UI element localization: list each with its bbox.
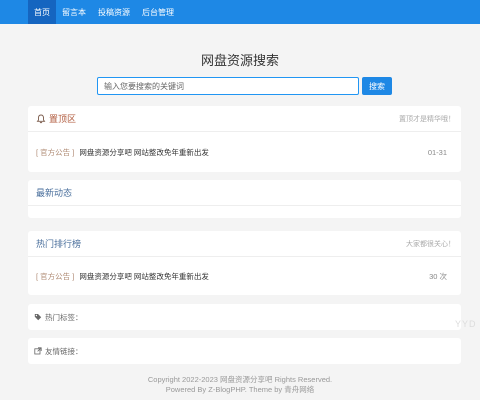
external-link-icon (34, 347, 42, 355)
hot-card-header: 热门排行榜 大家都很关心！ (28, 231, 461, 257)
search-input[interactable] (97, 77, 359, 95)
item-title-link[interactable]: 网盘资源分享吧 网站整改免年重新出发 (79, 271, 209, 282)
search-button[interactable]: 搜索 (362, 77, 392, 95)
hot-tags-label: 热门标签： (45, 312, 83, 322)
hot-ranking-card: 热门排行榜 大家都很关心！ [ 官方公告 ] 网盘资源分享吧 网站整改免年重新出… (28, 231, 461, 295)
pinned-card: 置顶区 置顶才是精华哦！ [ 官方公告 ] 网盘资源分享吧 网站整改免年重新出发… (28, 106, 461, 172)
pinned-card-title: 置顶区 (36, 112, 76, 125)
nav-item-guestbook[interactable]: 留言本 (56, 0, 92, 24)
hot-note: 大家都很关心！ (406, 240, 455, 248)
pinned-title-text: 置顶区 (49, 114, 77, 124)
list-item[interactable]: [ 官方公告 ] 网盘资源分享吧 网站整改免年重新出发 01-31 (28, 132, 461, 172)
top-navigation: 首页 留言本 投稿资源 后台管理 (0, 0, 480, 24)
page-title: 网盘资源搜索 (200, 53, 279, 68)
watermark: YYD (455, 319, 477, 329)
search-bar: 搜索 (97, 77, 392, 95)
footer-copyright: Copyright 2022-2023 网盘资源分享吧 Rights Reser… (147, 375, 333, 384)
latest-card-title: 最新动态 (36, 188, 73, 198)
pinned-note: 置顶才是精华哦！ (399, 115, 455, 123)
hot-card-title: 热门排行榜 (36, 239, 82, 249)
nav-item-submit[interactable]: 投稿资源 (92, 0, 136, 24)
list-item[interactable]: [ 官方公告 ] 网盘资源分享吧 网站整改免年重新出发 30 次 (28, 257, 461, 295)
item-date: 01-31 (427, 147, 447, 157)
latest-card-header: 最新动态 (28, 180, 461, 206)
bell-icon (36, 114, 46, 124)
pinned-card-header: 置顶区 置顶才是精华哦！ (28, 106, 461, 132)
item-views: 30 次 (429, 271, 447, 281)
friend-links-label: 友情链接： (45, 346, 83, 356)
tag-icon (34, 313, 42, 321)
footer-powered-by: Powered By Z-BlogPHP. Theme by 青舟网络 (165, 385, 315, 394)
friend-links-card: 友情链接： (28, 338, 461, 364)
hot-tags-card: 热门标签： (28, 304, 461, 330)
item-title-link[interactable]: 网盘资源分享吧 网站整改免年重新出发 (79, 147, 209, 158)
latest-card: 最新动态 (28, 180, 461, 218)
item-tag: [ 官方公告 ] (36, 147, 75, 157)
nav-item-home[interactable]: 首页 (28, 0, 56, 24)
item-tag: [ 官方公告 ] (36, 271, 75, 281)
nav-item-admin[interactable]: 后台管理 (136, 0, 180, 24)
